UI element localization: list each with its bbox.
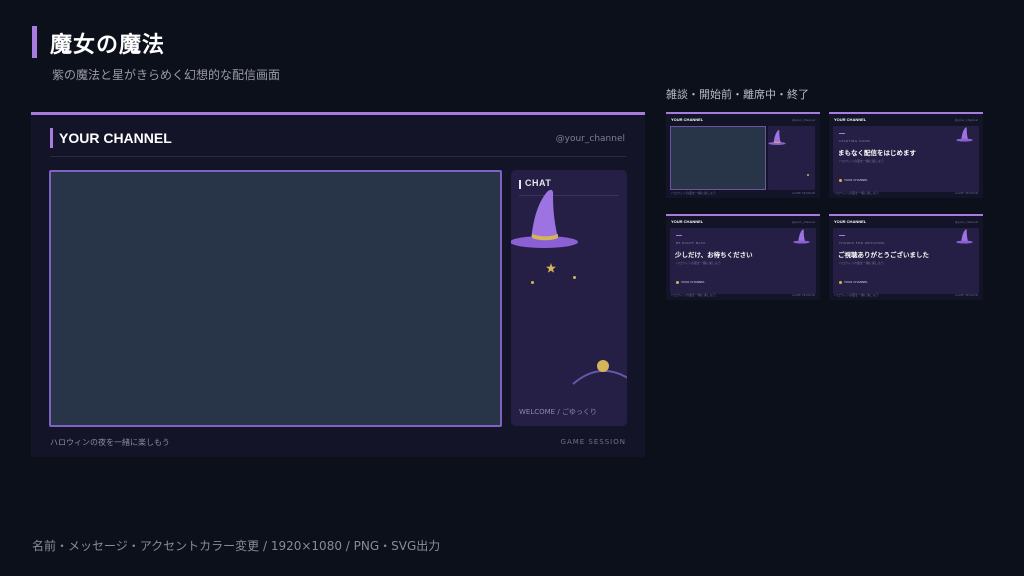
thumb-badge: YOUR CHANNEL <box>839 178 868 182</box>
thumb-footer-tag: GAME SESSION <box>955 191 978 195</box>
thumb-video <box>670 126 766 190</box>
witch-hat-icon <box>793 229 810 244</box>
thumb-handle: @your_channel <box>791 118 815 122</box>
thumb-footer-tag: GAME SESSION <box>792 191 815 195</box>
thumb-footer: ハロウィンの夜を一緒に楽しもう <box>834 293 879 297</box>
thumb-handle: @your_channel <box>954 118 978 122</box>
thumb-handle: @your_channel <box>791 220 815 224</box>
thumb-channel: YOUR CHANNEL <box>671 219 704 224</box>
thumb-footer: ハロウィンの夜を一緒に楽しもう <box>834 191 879 195</box>
channel-name: YOUR CHANNEL <box>59 130 172 146</box>
thumb-sub: ハロウィンの夜を一緒に楽しもう <box>839 261 884 265</box>
page-title: 魔女の魔法 <box>50 33 166 58</box>
thumb-message: まもなく配信をはじめます <box>838 149 916 157</box>
thumb-dash <box>839 235 845 236</box>
thumb-sub: ハロウィンの夜を一緒に楽しもう <box>676 261 721 265</box>
thumbnail-talk[interactable]: YOUR CHANNEL @your_channel ハロウィンの夜を一緒に楽し… <box>666 112 820 198</box>
thumb-message: 少しだけ、お待ちください <box>675 251 753 259</box>
thumb-channel: YOUR CHANNEL <box>671 117 704 122</box>
overlay-footer-tag: GAME SESSION <box>560 438 626 446</box>
page-subtitle: 紫の魔法と星がきらめく幻想的な配信画面 <box>52 68 281 82</box>
thumbnail-brb[interactable]: YOUR CHANNEL @your_channel BE RIGHT BACK… <box>666 214 820 300</box>
moon-icon <box>572 360 627 385</box>
thumb-handle: @your_channel <box>954 220 978 224</box>
video-frame <box>49 170 502 427</box>
channel-handle: @your_channel <box>555 134 625 144</box>
sparkle-dot <box>531 281 534 284</box>
header-divider <box>50 156 626 157</box>
star-icon <box>839 280 842 284</box>
thumbnail-starting[interactable]: YOUR CHANNEL @your_channel STARTING SOON… <box>829 112 983 198</box>
sparkle-dot <box>573 276 576 279</box>
thumb-badge-label: YOUR CHANNEL <box>681 280 705 284</box>
star-icon <box>546 263 556 273</box>
chat-panel: CHAT WELCOME / ごゆっくり <box>511 170 627 426</box>
thumb-channel: YOUR CHANNEL <box>834 117 867 122</box>
page-footer: 名前・メッセージ・アクセントカラー変更 / 1920×1080 / PNG・SV… <box>32 539 441 553</box>
witch-hat-icon <box>956 127 973 142</box>
thumb-badge-label: YOUR CHANNEL <box>844 178 868 182</box>
thumb-label: BE RIGHT BACK <box>676 241 706 245</box>
title-accent-bar <box>32 26 37 58</box>
thumb-badge-label: YOUR CHANNEL <box>844 280 868 284</box>
star-icon <box>676 280 679 284</box>
witch-hat-icon <box>511 189 578 248</box>
thumb-footer-tag: GAME SESSION <box>792 293 815 297</box>
variants-label: 雑談・開始前・離席中・終了 <box>666 88 809 101</box>
thumb-footer-tag: GAME SESSION <box>955 293 978 297</box>
thumb-chat <box>768 126 815 190</box>
thumb-footer: ハロウィンの夜を一緒に楽しもう <box>671 191 716 195</box>
thumb-label: THANKS FOR WATCHING <box>839 241 885 245</box>
thumb-dash <box>676 235 682 236</box>
witch-hat-icon <box>768 130 786 145</box>
thumb-message: ご視聴ありがとうございました <box>838 251 929 259</box>
chat-welcome: WELCOME / ごゆっくり <box>519 408 597 416</box>
thumb-sub: ハロウィンの夜を一緒に楽しもう <box>839 159 884 163</box>
thumb-footer: ハロウィンの夜を一緒に楽しもう <box>671 293 716 297</box>
overlay-footer-message: ハロウィンの夜を一緒に楽しもう <box>50 438 170 447</box>
star-icon <box>839 178 842 182</box>
thumb-channel: YOUR CHANNEL <box>834 219 867 224</box>
sparkle-dot <box>807 174 809 176</box>
thumb-label: STARTING SOON <box>839 139 871 143</box>
thumb-badge: YOUR CHANNEL <box>676 280 705 284</box>
thumbnail-ending[interactable]: YOUR CHANNEL @your_channel THANKS FOR WA… <box>829 214 983 300</box>
thumb-dash <box>839 133 845 134</box>
channel-accent-bar <box>50 128 53 148</box>
main-preview[interactable]: YOUR CHANNEL @your_channel CHAT WELCOME … <box>31 112 645 457</box>
witch-hat-icon <box>956 229 973 244</box>
thumb-badge: YOUR CHANNEL <box>839 280 868 284</box>
